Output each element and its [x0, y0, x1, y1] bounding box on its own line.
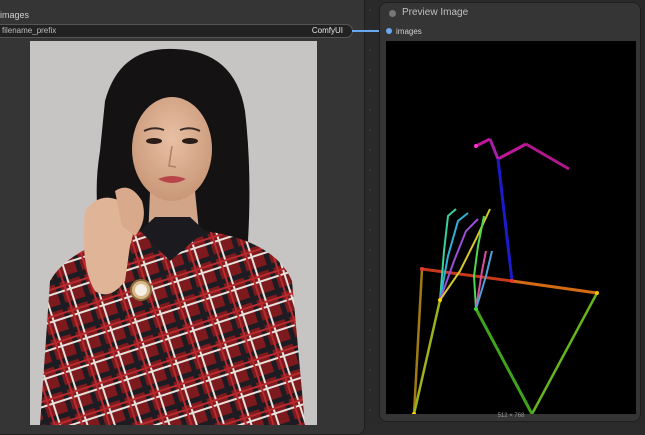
image-dimensions-label: 512 × 768 — [497, 413, 525, 419]
openpose-skeleton — [386, 41, 636, 416]
node-title: Preview Image — [402, 7, 469, 18]
pose-preview-image[interactable] — [386, 41, 636, 416]
preview-image-node[interactable]: Preview Image images 512 × 768 — [379, 2, 641, 422]
images-input-port[interactable] — [386, 28, 392, 34]
images-input-label: images — [396, 27, 422, 36]
node-collapse-dot[interactable] — [389, 10, 396, 17]
